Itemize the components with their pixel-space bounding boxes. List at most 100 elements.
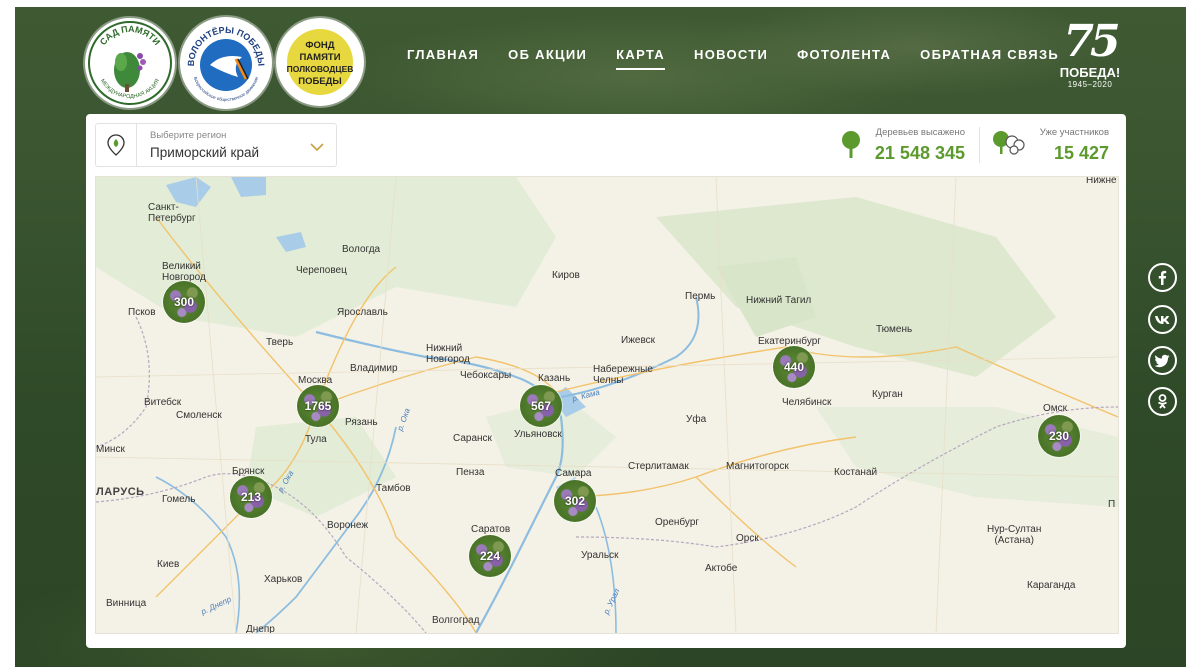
anniversary-word: ПОБЕДА! [1059, 65, 1121, 80]
map-cluster-marker[interactable]: 567 [520, 385, 562, 427]
nav-glavnaya[interactable]: ГЛАВНАЯ [407, 47, 479, 62]
city-label: Чебоксары [460, 370, 512, 381]
region-select[interactable]: Выберите регион Приморский край [95, 123, 337, 167]
map-cluster-marker[interactable]: 440 [773, 346, 815, 388]
city-label: Тула [305, 434, 327, 445]
city-label: Винница [106, 598, 147, 609]
cluster-count: 302 [564, 494, 586, 508]
city-label: Рязань [345, 417, 378, 428]
city-label: Днепр [246, 624, 275, 634]
city-label: Тверь [266, 337, 294, 348]
nav-novosti[interactable]: НОВОСТИ [694, 47, 768, 62]
city-label: Самара [555, 468, 592, 479]
cluster-count: 300 [173, 295, 195, 309]
city-label: Стерлитамак [628, 461, 689, 472]
region-select-divider [136, 124, 137, 166]
city-label: Казань [538, 373, 571, 384]
svg-text:ПАМЯТИ: ПАМЯТИ [299, 52, 340, 63]
city-label: Санкт- Петербург [148, 202, 196, 224]
anniversary-number: 75 [1063, 16, 1120, 67]
country-label: ЛАРУСЬ [96, 486, 145, 498]
city-label: Пенза [456, 467, 485, 478]
cluster-count: 1765 [304, 399, 332, 413]
city-label: Орск [736, 533, 759, 544]
nav-karta[interactable]: КАРТА [616, 47, 665, 70]
map-cluster-marker[interactable]: 302 [554, 480, 596, 522]
region-select-label: Выберите регион [150, 130, 227, 141]
city-label: Набережные Челны [593, 364, 653, 386]
city-label: Магнитогорск [726, 461, 789, 472]
location-pin-icon [106, 134, 126, 161]
odnoklassniki-icon[interactable] [1148, 387, 1177, 416]
nav-ob-akcii[interactable]: ОБ АКЦИИ [508, 47, 587, 62]
city-label: Киров [552, 270, 580, 281]
tree-icon [841, 130, 861, 165]
vk-icon[interactable] [1148, 305, 1177, 334]
city-label: Нур-Султан (Астана) [987, 524, 1042, 546]
map-base [96, 177, 1118, 633]
city-label: Воронеж [327, 520, 369, 531]
city-label: Пермь [685, 291, 716, 302]
cluster-count: 230 [1048, 429, 1070, 443]
map-cluster-marker[interactable]: 230 [1038, 415, 1080, 457]
city-label: Костанай [834, 467, 878, 478]
city-label: Череповец [296, 265, 347, 276]
city-label: Тамбов [376, 483, 411, 494]
city-label: Харьков [264, 574, 303, 585]
city-label: Курган [872, 389, 903, 400]
nav-obratnaya-svyaz[interactable]: ОБРАТНАЯ СВЯЗЬ [920, 47, 1059, 62]
svg-text:ПОЛКОВОДЦЕВ: ПОЛКОВОДЦЕВ [287, 64, 354, 74]
city-label: Волгоград [432, 615, 480, 626]
city-label: Смоленск [176, 410, 222, 421]
city-label: Великий Новгород [162, 261, 206, 283]
cluster-count: 567 [530, 399, 552, 413]
svg-text:ПОБЕДЫ: ПОБЕДЫ [298, 76, 341, 87]
map-cluster-marker[interactable]: 1765 [297, 385, 339, 427]
city-label: Саратов [471, 524, 511, 535]
city-label: Псков [128, 307, 156, 318]
trees-stat: Деревьев высажено 21 548 345 [841, 124, 965, 170]
city-label: Омск [1043, 403, 1068, 414]
anniversary-years: 1945–2020 [1067, 80, 1113, 89]
page-background: САД ПАМЯТИ МЕЖДУНАРОДНАЯ АКЦИЯ ВОЛОНТЁРЫ… [15, 7, 1186, 667]
sad-pamyati-logo[interactable]: САД ПАМЯТИ МЕЖДУНАРОДНАЯ АКЦИЯ [85, 18, 175, 108]
svg-text:ФОНД: ФОНД [305, 40, 334, 51]
chevron-down-icon [310, 139, 324, 157]
city-label: Саранск [453, 433, 492, 444]
map-card: Выберите регион Приморский край Деревьев… [86, 114, 1126, 648]
city-label: Киев [157, 559, 180, 570]
stats-divider [979, 127, 980, 163]
city-label: Оренбург [655, 517, 700, 528]
map-cluster-marker[interactable]: 300 [163, 281, 205, 323]
city-label: Караганда [1027, 580, 1076, 591]
pobeda-75-logo[interactable]: 75 ПОБЕДА! 1945–2020 [1055, 19, 1125, 99]
city-label: Гомель [162, 494, 196, 505]
fond-pamyati-logo[interactable]: ФОНД ПАМЯТИ ПОЛКОВОДЦЕВ ПОБЕДЫ [276, 18, 364, 106]
cluster-count: 213 [240, 490, 262, 504]
city-label: П [1108, 499, 1116, 510]
city-label: Челябинск [782, 397, 832, 408]
cluster-count: 440 [783, 360, 805, 374]
city-label: Владимир [350, 363, 398, 374]
map-view[interactable]: Санкт- Петербург Вологда Великий Новгоро… [95, 176, 1119, 634]
city-label: Актобе [705, 563, 738, 574]
trees-stat-label: Деревьев высажено [875, 127, 965, 138]
map-cluster-marker[interactable]: 213 [230, 476, 272, 518]
facebook-icon[interactable] [1148, 263, 1177, 292]
city-label: Ярославль [337, 307, 388, 318]
main-nav: ГЛАВНАЯ ОБ АКЦИИ КАРТА НОВОСТИ ФОТОЛЕНТА… [407, 47, 1088, 70]
volontery-pobedy-logo[interactable]: ВОЛОНТЁРЫ ПОБЕДЫ Всероссийское обществен… [180, 17, 272, 109]
trees-group-icon [992, 130, 1026, 161]
city-label: Нижний Тагил [746, 295, 812, 306]
twitter-icon[interactable] [1148, 346, 1177, 375]
cluster-count: 224 [479, 549, 501, 563]
city-label: Вологда [342, 244, 381, 255]
city-label: Витебск [144, 397, 182, 408]
city-label: Нижне [1086, 176, 1117, 186]
city-label: Уральск [581, 550, 619, 561]
nav-fotolenta[interactable]: ФОТОЛЕНТА [797, 47, 891, 62]
city-label: Тюмень [876, 324, 913, 335]
city-label: Ижевск [621, 335, 656, 346]
city-label: Нижний Новгород [426, 343, 470, 365]
map-cluster-marker[interactable]: 224 [469, 535, 511, 577]
